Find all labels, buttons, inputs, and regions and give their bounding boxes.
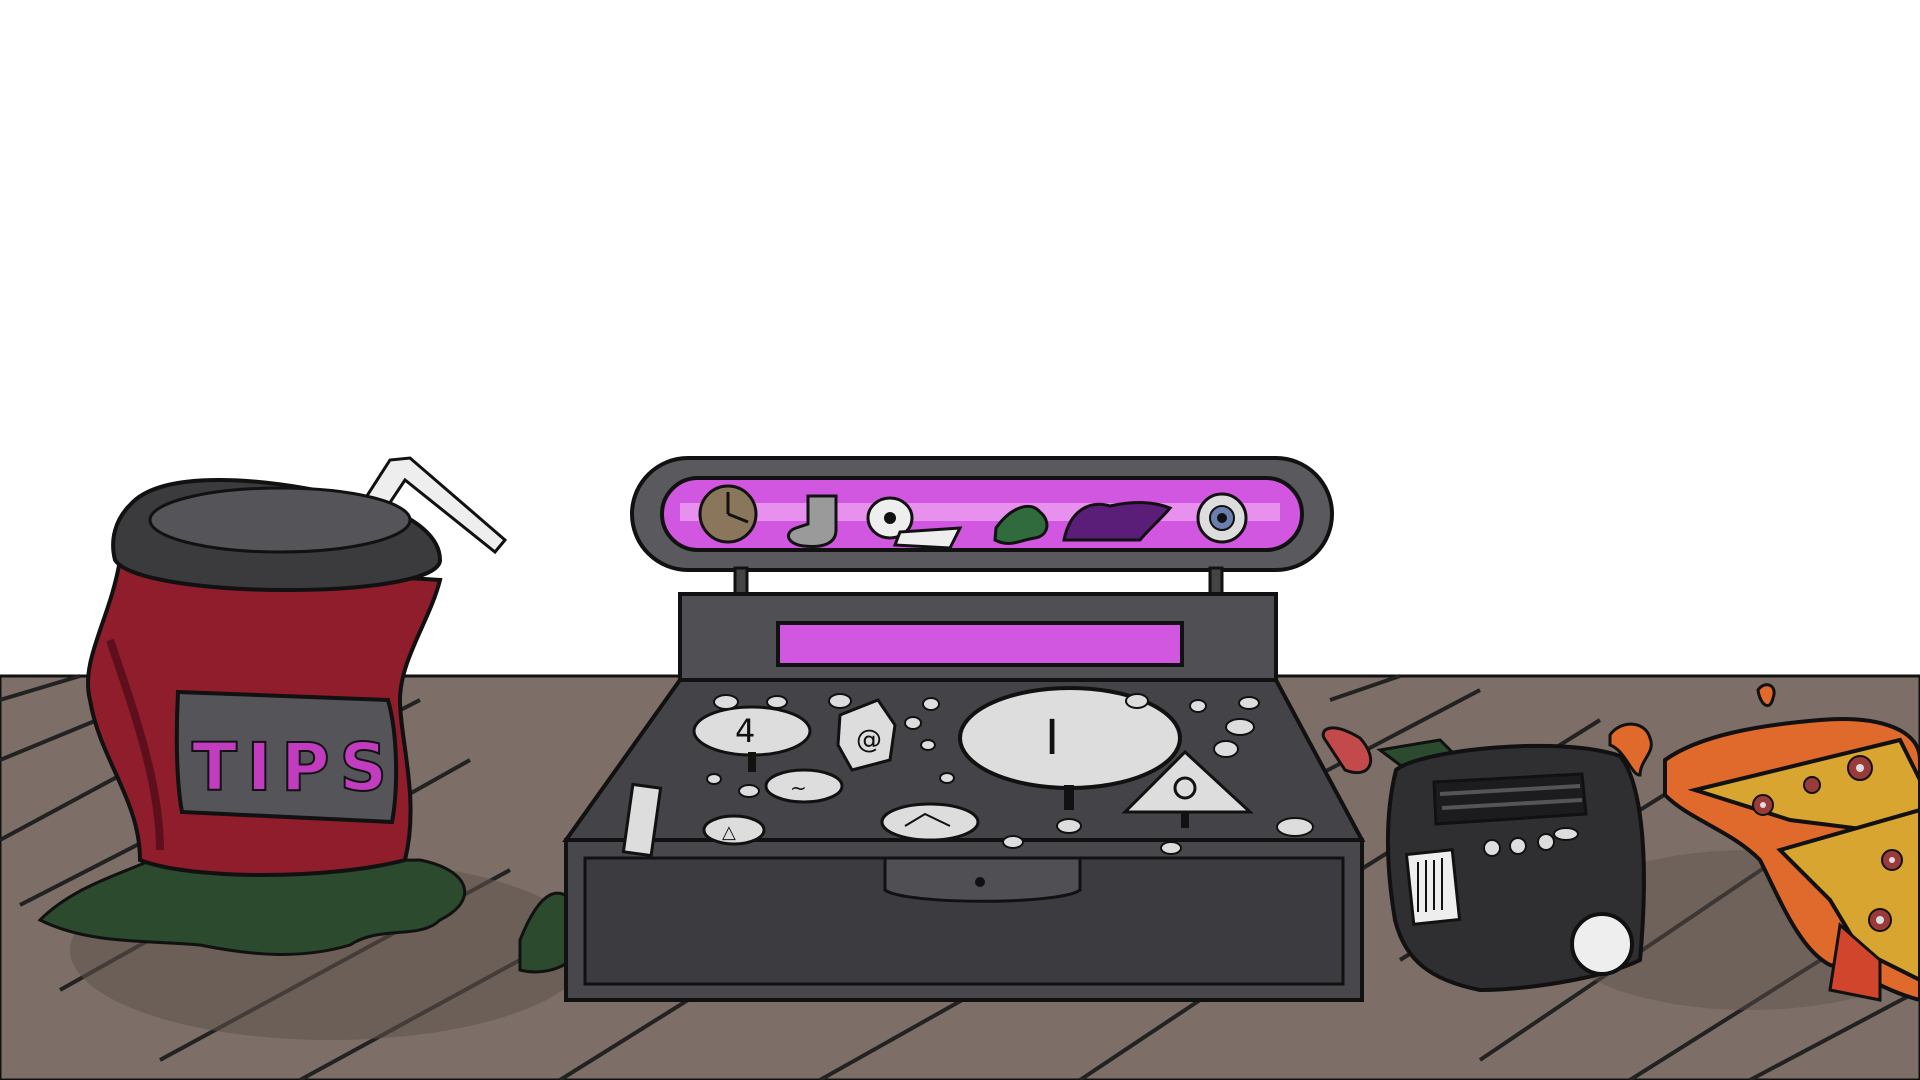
svg-text:4: 4 [735, 712, 755, 750]
svg-text:@: @ [856, 725, 882, 755]
svg-text:Ⅰ: Ⅰ [1045, 710, 1059, 766]
svg-text:△: △ [722, 822, 736, 843]
eyeball-icon[interactable] [1196, 492, 1248, 544]
glyph-nodes-dial[interactable] [880, 802, 980, 842]
register-readout [776, 621, 1184, 667]
toaster-button-3[interactable] [1537, 833, 1555, 851]
toaster-button-2[interactable] [1509, 837, 1527, 855]
cash-register: 4 @ Ⅰ ~ △ [518, 456, 1366, 1002]
glyph-triangle-dial[interactable]: △ [702, 814, 766, 846]
toaster-button-1[interactable] [1483, 839, 1501, 857]
tips-label: TIPS [192, 729, 387, 806]
game-scene: TIPS 4 @ Ⅰ ~ △ [0, 0, 1920, 1080]
svg-text:~: ~ [790, 776, 807, 800]
glyph-wave-dial[interactable]: ~ [764, 768, 844, 804]
toaster-button-4[interactable] [1553, 827, 1579, 841]
clock-icon[interactable] [698, 484, 758, 544]
toaster-knob[interactable] [1570, 912, 1634, 976]
